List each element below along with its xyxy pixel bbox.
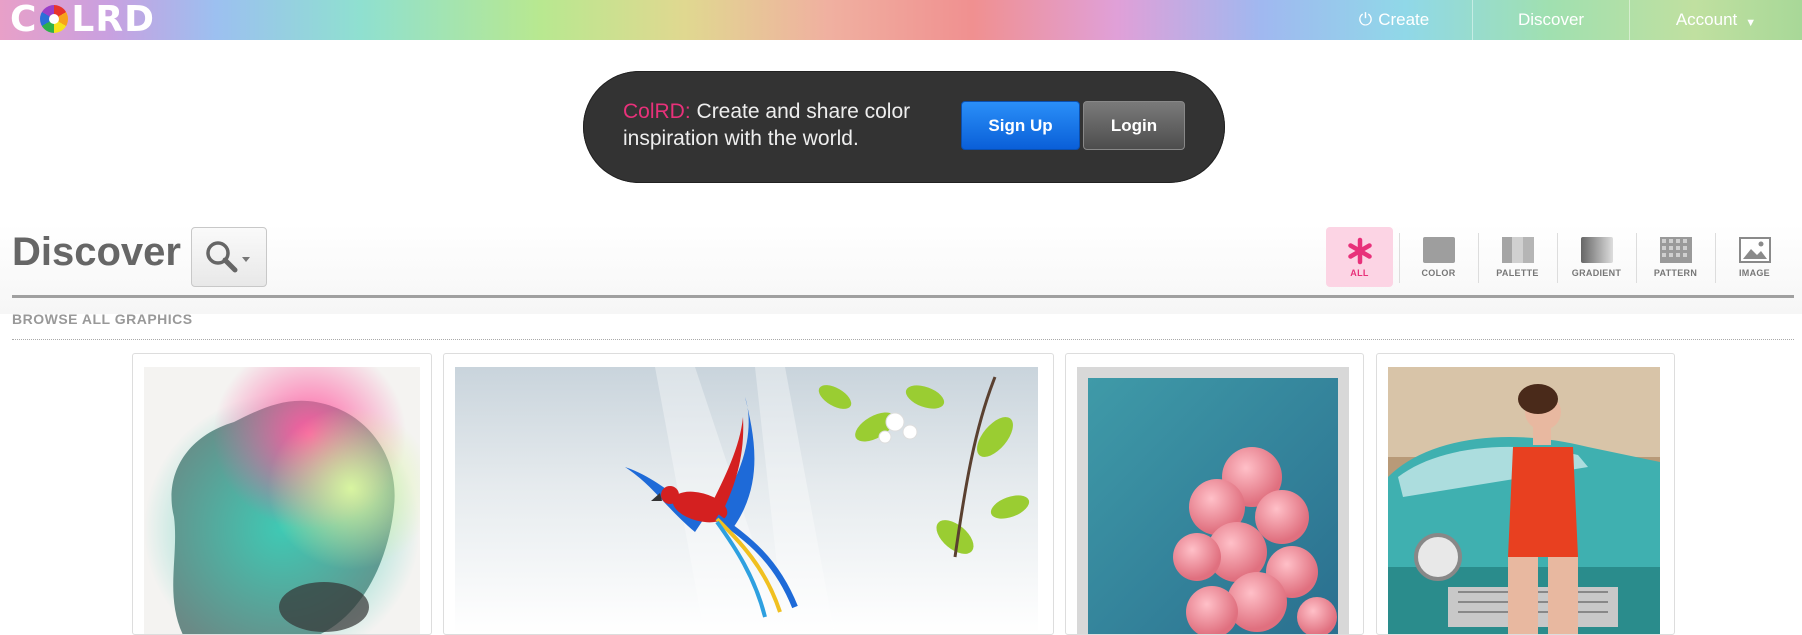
watercolor-art — [144, 367, 420, 634]
nav-create-label: Create — [1378, 10, 1430, 29]
parrot-art — [625, 367, 1030, 634]
filter-pattern-label: PATTERN — [1653, 268, 1698, 278]
main-nav: ⏻ Create Discover Account ▼ — [1316, 0, 1802, 40]
filter-gradient[interactable]: GRADIENT — [1563, 227, 1637, 287]
balloons-image[interactable] — [1077, 367, 1349, 634]
search-icon — [206, 241, 250, 273]
banner-brand: ColRD: — [623, 100, 691, 123]
filter-palette-label: PALETTE — [1496, 268, 1539, 278]
section-divider — [12, 295, 1794, 298]
filter-palette[interactable]: PALETTE — [1484, 227, 1558, 287]
filter-image-label: IMAGE — [1738, 268, 1770, 278]
color-swatch-icon — [1422, 237, 1455, 263]
logo-letters-lrd: LRD — [71, 0, 155, 40]
search-dropdown-button[interactable] — [191, 227, 267, 287]
pattern-icon — [1659, 237, 1692, 263]
gallery-card[interactable] — [1065, 353, 1364, 635]
top-navigation-bar: C LRD ⏻ Create Discover Account ▼ — [0, 0, 1802, 40]
signup-banner: ColRD: Create and share color inspiratio… — [583, 71, 1225, 183]
caret-down-icon: ▼ — [1745, 17, 1757, 29]
balloons-art — [1088, 378, 1338, 634]
sign-up-button[interactable]: Sign Up — [961, 101, 1080, 150]
filter-all-label: ALL — [1350, 268, 1369, 278]
image-icon — [1738, 237, 1771, 263]
nav-account[interactable]: Account ▼ — [1629, 0, 1802, 40]
watercolor-image[interactable] — [144, 367, 420, 634]
filter-image[interactable]: IMAGE — [1721, 227, 1788, 287]
asterisk-icon — [1347, 237, 1372, 265]
filter-color[interactable]: COLOR — [1405, 227, 1479, 287]
gallery-card[interactable] — [132, 353, 432, 635]
retro-car-art — [1388, 367, 1660, 634]
palette-icon — [1501, 237, 1534, 263]
power-icon: ⏻ — [1358, 10, 1373, 29]
browse-subheading: BROWSE ALL GRAPHICS — [12, 311, 193, 327]
gradient-icon — [1580, 237, 1613, 263]
page-title: Discover — [12, 230, 181, 274]
gallery-card[interactable] — [1376, 353, 1675, 635]
login-button[interactable]: Login — [1083, 101, 1185, 150]
filter-gradient-label: GRADIENT — [1571, 268, 1622, 278]
nav-discover[interactable]: Discover — [1472, 0, 1629, 40]
dotted-divider — [12, 339, 1794, 340]
logo-letter-c: C — [10, 0, 38, 40]
nav-account-label: Account — [1675, 10, 1738, 29]
parrot-image[interactable] — [455, 367, 1038, 634]
filter-color-label: COLOR — [1421, 268, 1456, 278]
filter-all[interactable]: ALL — [1326, 227, 1400, 287]
nav-create[interactable]: ⏻ Create — [1316, 0, 1472, 40]
gallery-card[interactable] — [443, 353, 1054, 635]
retro-car-image[interactable] — [1388, 367, 1660, 634]
banner-text: ColRD: Create and share color inspiratio… — [623, 98, 943, 152]
nav-discover-label: Discover — [1517, 10, 1585, 29]
type-filters: ALL COLOR PALETTE GRADIENT PATTERN IMAGE — [1326, 227, 1800, 287]
filter-pattern[interactable]: PATTERN — [1642, 227, 1716, 287]
color-wheel-icon — [40, 5, 69, 33]
colrd-logo[interactable]: C LRD — [10, 0, 155, 40]
